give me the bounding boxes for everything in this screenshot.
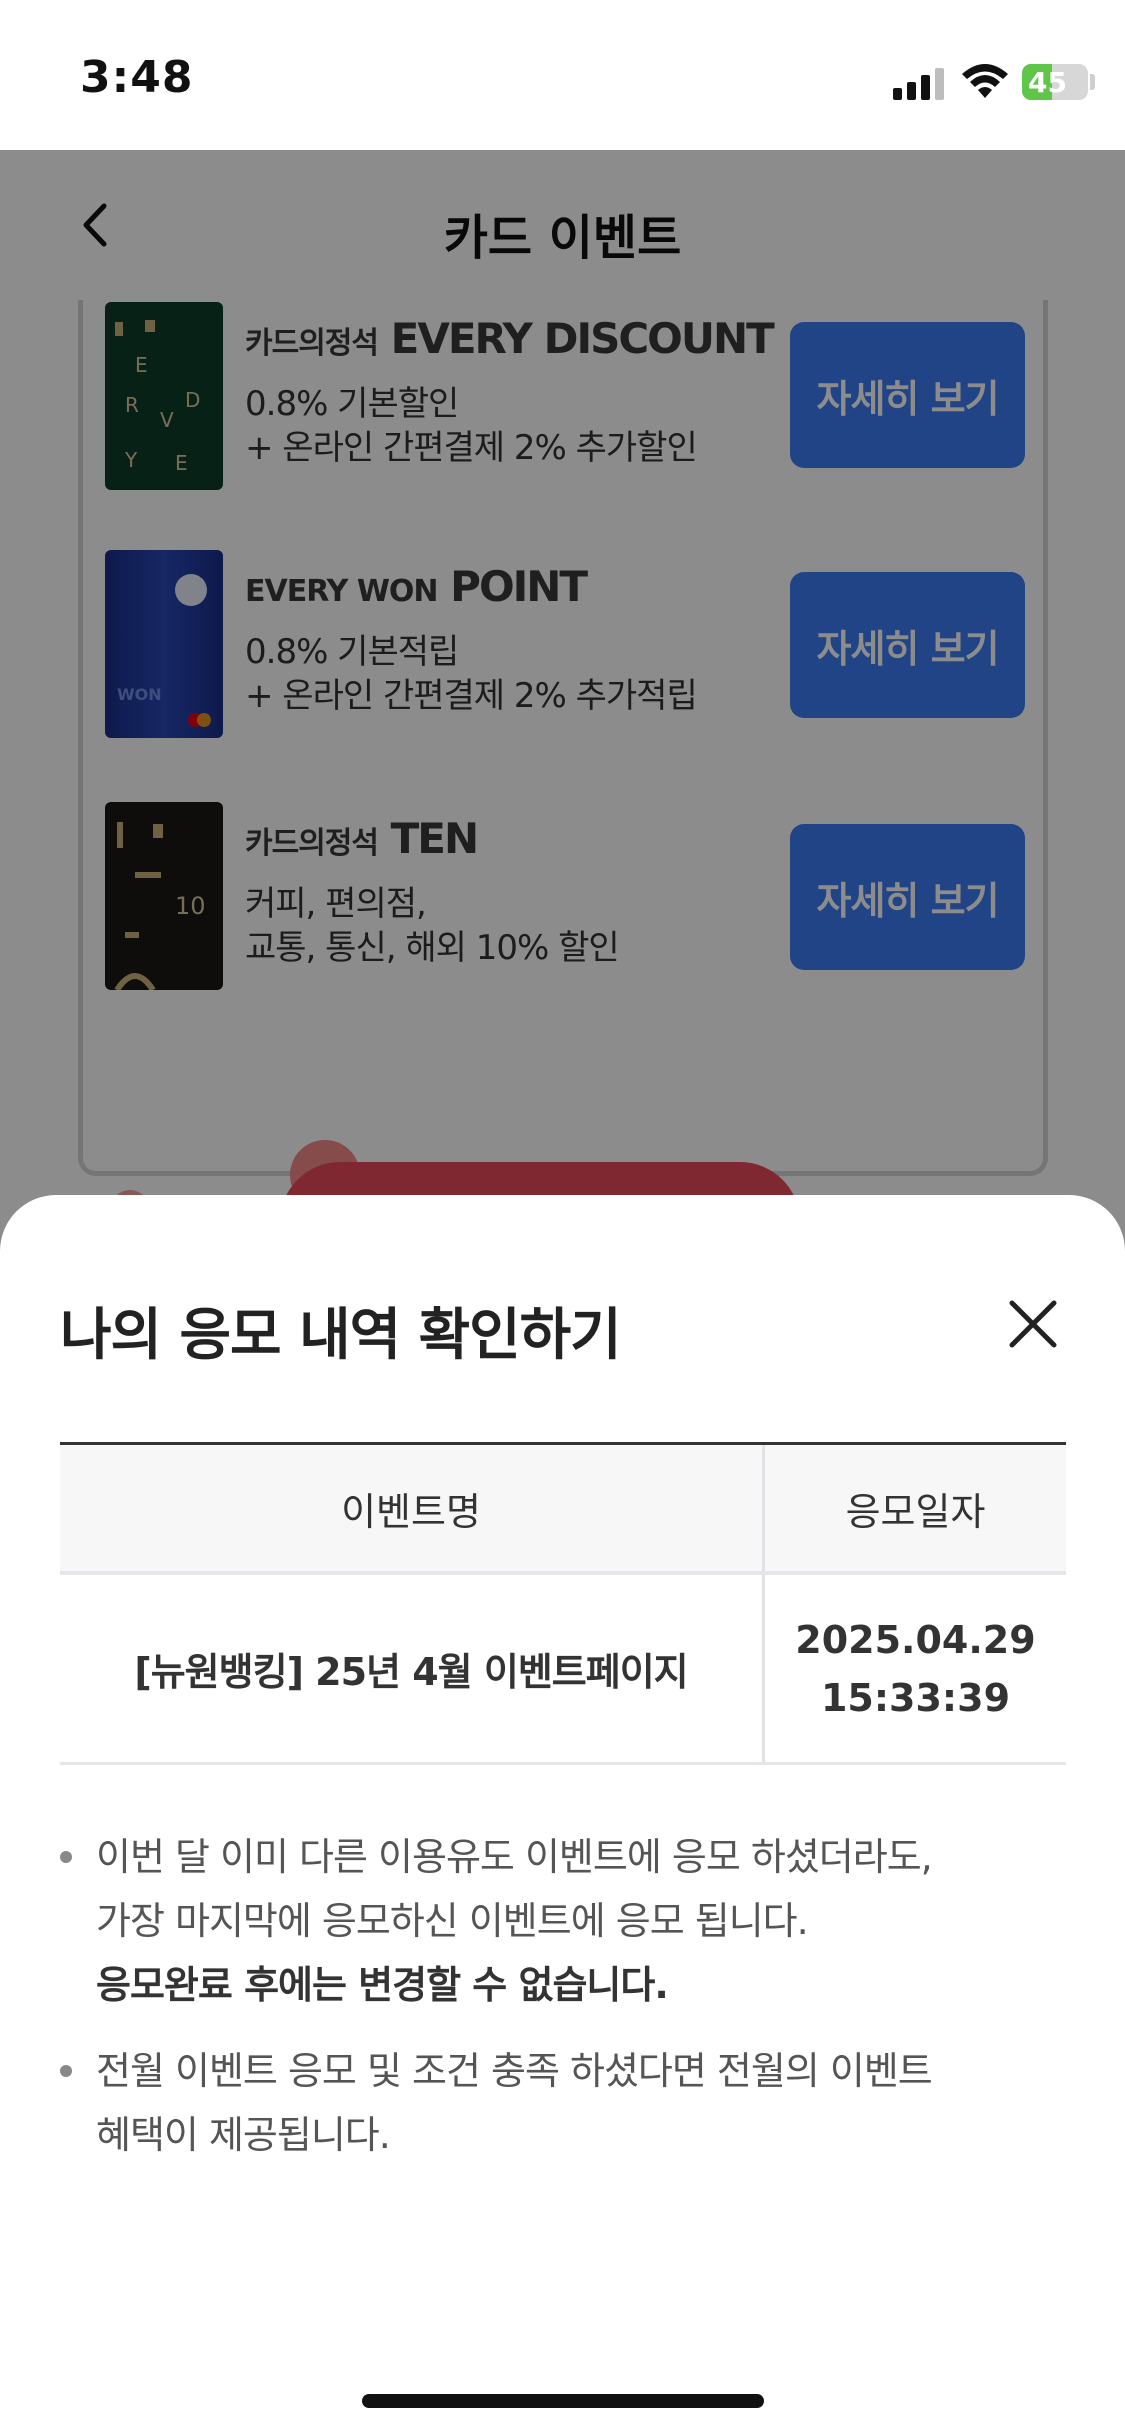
home-indicator[interactable] — [362, 2394, 764, 2408]
close-icon[interactable] — [1000, 1291, 1066, 1357]
bullet-icon — [60, 1851, 72, 1863]
battery-cap — [1090, 74, 1095, 90]
notice-item: 이번 달 이미 다른 이용유도 이벤트에 응모 하셨더라도, 가장 마지막에 응… — [60, 1825, 1070, 2017]
entry-date: 2025.04.29 — [795, 1617, 1036, 1662]
cellular-signal-icon — [893, 66, 945, 100]
column-header-event-name: 이벤트명 — [341, 1489, 481, 1534]
sheet-title: 나의 응모 내역 확인하기 — [60, 1303, 622, 1368]
table-row: [뉴원뱅킹] 25년 4월 이벤트페이지 2025.04.29 15:33:39 — [60, 1575, 1066, 1765]
bullet-icon — [60, 2065, 72, 2077]
notice-item: 전월 이벤트 응모 및 조건 충족 하셨다면 전월의 이벤트 혜택이 제공됩니다… — [60, 2039, 1070, 2167]
wifi-icon — [962, 64, 1008, 98]
entry-history-sheet: 나의 응모 내역 확인하기 이벤트명 응모일자 [뉴원뱅킹] 25년 4월 이벤… — [0, 1195, 1125, 2436]
notice-emphasis: 응모완료 후에는 변경할 수 없습니다. — [96, 1963, 669, 2007]
entry-history-table: 이벤트명 응모일자 [뉴원뱅킹] 25년 4월 이벤트페이지 2025.04.2… — [60, 1442, 1066, 1765]
battery-level: 45 — [1028, 66, 1067, 99]
column-header-entry-date: 응모일자 — [845, 1489, 986, 1534]
entry-time: 15:33:39 — [820, 1675, 1011, 1720]
status-bar: 3:48 45 — [0, 0, 1125, 150]
event-name-cell: [뉴원뱅킹] 25년 4월 이벤트페이지 — [134, 1650, 688, 1694]
table-header: 이벤트명 응모일자 — [60, 1445, 1066, 1575]
notice-list: 이번 달 이미 다른 이용유도 이벤트에 응모 하셨더라도, 가장 마지막에 응… — [60, 1825, 1070, 2189]
status-time: 3:48 — [80, 52, 194, 103]
entry-date-cell: 2025.04.29 15:33:39 — [765, 1575, 1066, 1762]
battery-icon: 45 — [1022, 64, 1088, 100]
